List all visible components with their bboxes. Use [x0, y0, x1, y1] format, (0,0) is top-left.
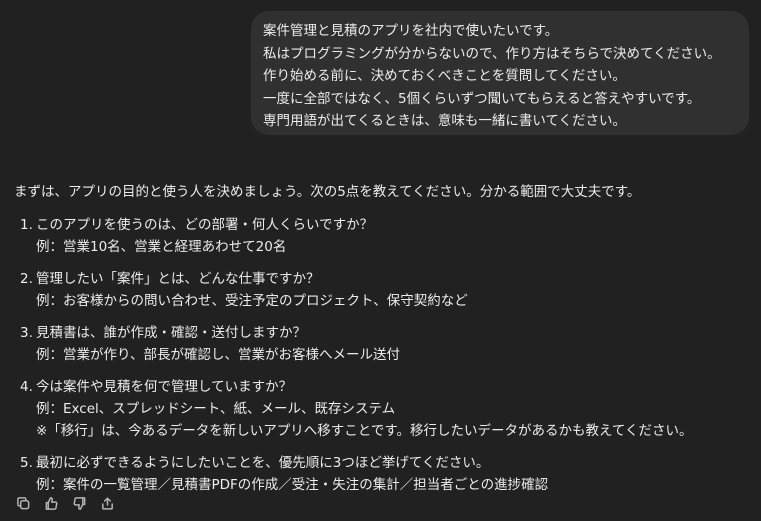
question-text: 今は案件や見積を何で管理していますか？	[36, 379, 293, 395]
question-number: 4.	[20, 379, 33, 395]
question-item: 1. このアプリを使うのは、どの部署・何人くらいですか？ 例：営業10名、営業と…	[14, 214, 749, 258]
message-actions	[14, 493, 116, 513]
copy-icon	[16, 496, 29, 509]
question-item: 3. 見積書は、誰が作成・確認・送付しますか？ 例：営業が作り、部長が確認し、営…	[14, 322, 749, 366]
user-message-line: 私はプログラミングが分からないので、作り方はそちらで決めてください。	[263, 45, 721, 62]
user-message-bubble: 案件管理と見積のアプリを社内で使いたいです。 私はプログラミングが分からないので…	[251, 11, 749, 135]
question-number: 2.	[20, 271, 33, 287]
question-text: このアプリを使うのは、どの部署・何人くらいですか？	[36, 217, 374, 233]
question-item: 2. 管理したい「案件」とは、どんな仕事ですか？ 例：お客様からの問い合わせ、受…	[14, 268, 749, 312]
user-message-line: 専門用語が出てくるときは、意味も一緒に書いてください。	[263, 113, 627, 129]
question-text: 見積書は、誰が作成・確認・送付しますか？	[36, 325, 306, 341]
thumbs-down-button[interactable]	[70, 494, 88, 512]
user-message-line: 案件管理と見積のアプリを社内で使いたいです。	[263, 23, 559, 39]
thumbs-down-icon	[73, 496, 85, 510]
thumbs-up-icon	[45, 496, 57, 510]
question-example: 例：営業10名、営業と経理あわせて20名	[36, 239, 287, 255]
question-item: 4. 今は案件や見積を何で管理していますか？ 例：Excel、スプレッドシート、…	[14, 376, 749, 442]
copy-button[interactable]	[14, 494, 32, 512]
thumbs-up-button[interactable]	[42, 494, 60, 512]
question-number: 3.	[20, 325, 33, 341]
question-note: ※「移行」は、今あるデータを新しいアプリへ移すことです。移行したいデータがあるか…	[36, 423, 693, 439]
question-example: 例：案件の一覧管理／見積書PDFの作成／受注・失注の集計／担当者ごとの進捗確認	[36, 477, 549, 493]
question-list: 1. このアプリを使うのは、どの部署・何人くらいですか？ 例：営業10名、営業と…	[14, 214, 749, 506]
question-item: 5. 最初に必ずできるようにしたいことを、優先順に3つほど挙げてください。 例：…	[14, 452, 749, 496]
user-message-line: 作り始める前に、決めておくべきことを質問してください。	[263, 68, 626, 84]
question-example: 例：営業が作り、部長が確認し、営業がお客様へメール送付	[36, 347, 400, 363]
share-icon	[101, 497, 113, 510]
question-example: 例：Excel、スプレッドシート、紙、メール、既存システム	[36, 401, 396, 417]
share-button[interactable]	[98, 494, 116, 512]
question-number: 1.	[20, 217, 33, 233]
question-example: 例：お客様からの問い合わせ、受注予定のプロジェクト、保守契約など	[36, 293, 468, 309]
question-text: 管理したい「案件」とは、どんな仕事ですか？	[36, 271, 320, 287]
user-message-line: 一度に全部ではなく、5個くらいずつ聞いてもらえると答えやすいです。	[263, 90, 701, 107]
question-text: 最初に必ずできるようにしたいことを、優先順に3つほど挙げてください。	[36, 455, 490, 471]
question-number: 5.	[20, 455, 33, 471]
assistant-intro: まずは、アプリの目的と使う人を決めましょう。次の5点を教えてください。分かる範囲…	[14, 184, 641, 200]
